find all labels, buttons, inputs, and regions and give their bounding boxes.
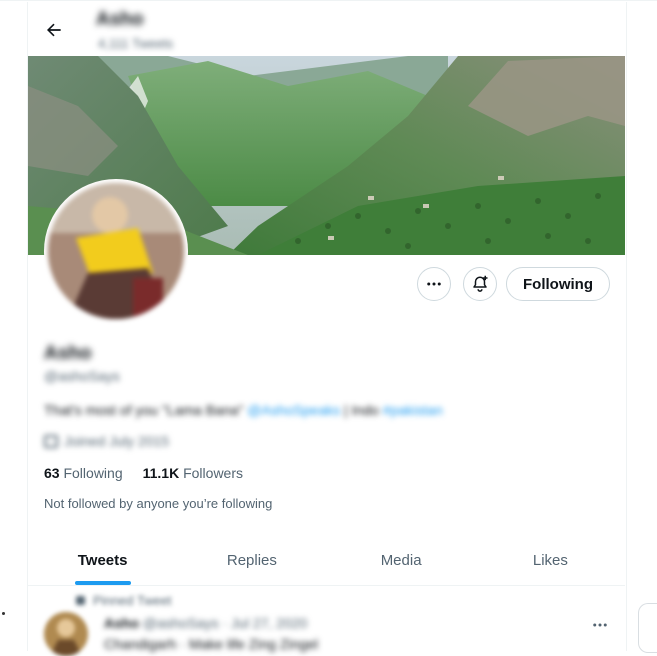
tweet-meta: @ashoSays · Jul 27, 2020 <box>142 615 308 631</box>
tweet-author[interactable]: Asho <box>104 615 139 631</box>
bio-mid-text: | Indo <box>344 402 379 418</box>
tab-likes[interactable]: Likes <box>476 535 625 585</box>
followers-count: 11.1K <box>142 465 180 481</box>
pin-icon <box>76 596 85 605</box>
more-horizontal-icon <box>593 623 607 627</box>
sidebar-dot <box>2 612 5 615</box>
profile-bio: That's most of you "Lama Bana" @AshoSpea… <box>44 402 443 418</box>
bio-hashtag-link[interactable]: #pakistan <box>383 402 443 418</box>
bell-plus-icon <box>473 275 488 292</box>
not-followed-note: Not followed by anyone you’re following <box>44 496 273 511</box>
notify-button[interactable] <box>463 267 497 301</box>
followers-label: Followers <box>183 465 243 481</box>
back-button[interactable] <box>38 14 70 46</box>
tab-replies-label: Replies <box>226 551 277 569</box>
followers-stat[interactable]: 11.1K Followers <box>143 465 243 481</box>
more-horizontal-icon <box>427 282 441 286</box>
profile-avatar[interactable] <box>44 179 188 323</box>
tweet-text: Chandigarh · Make life Zing Zingel <box>104 636 318 652</box>
following-label: Following <box>63 465 123 481</box>
joined-date: Joined July 2015 <box>64 433 170 449</box>
following-count: 63 <box>44 465 60 481</box>
profile-handle: @ashoSays <box>44 368 120 384</box>
more-button[interactable] <box>417 267 451 301</box>
profile-stats: 63 Following 11.1K Followers <box>44 465 243 481</box>
tweet-avatar[interactable] <box>44 612 88 656</box>
pinned-label-row: Pinned Tweet <box>76 593 172 608</box>
top-divider <box>0 0 657 1</box>
profile-tabs: Tweets Replies Media Likes <box>28 535 625 586</box>
tab-likes-label: Likes <box>532 551 568 569</box>
bio-mention-link[interactable]: @AshoSpeaks <box>247 402 340 418</box>
profile-name: Asho <box>44 343 92 364</box>
tab-tweets[interactable]: Tweets <box>28 535 177 585</box>
active-tab-indicator <box>74 581 131 585</box>
header-name: Asho <box>96 9 144 30</box>
tab-replies[interactable]: Replies <box>177 535 326 585</box>
calendar-icon <box>44 434 58 448</box>
following-button[interactable]: Following <box>506 267 610 301</box>
tweet-more-button[interactable] <box>586 614 614 636</box>
avatar-photo <box>48 183 184 319</box>
profile-joined: Joined July 2015 <box>44 433 169 449</box>
tweet-header: Asho @ashoSays · Jul 27, 2020 <box>104 615 307 631</box>
bio-text: That's most of you "Lama Bana" <box>44 402 244 418</box>
tab-media[interactable]: Media <box>327 535 476 585</box>
right-panel-edge[interactable] <box>638 603 657 653</box>
arrow-left-icon <box>47 23 61 37</box>
tab-media-label: Media <box>380 551 422 569</box>
tab-tweets-label: Tweets <box>77 551 128 569</box>
header-tweet-count: 4,111 Tweets <box>98 36 174 51</box>
following-stat[interactable]: 63 Following <box>44 465 123 481</box>
pinned-label: Pinned Tweet <box>93 593 172 608</box>
